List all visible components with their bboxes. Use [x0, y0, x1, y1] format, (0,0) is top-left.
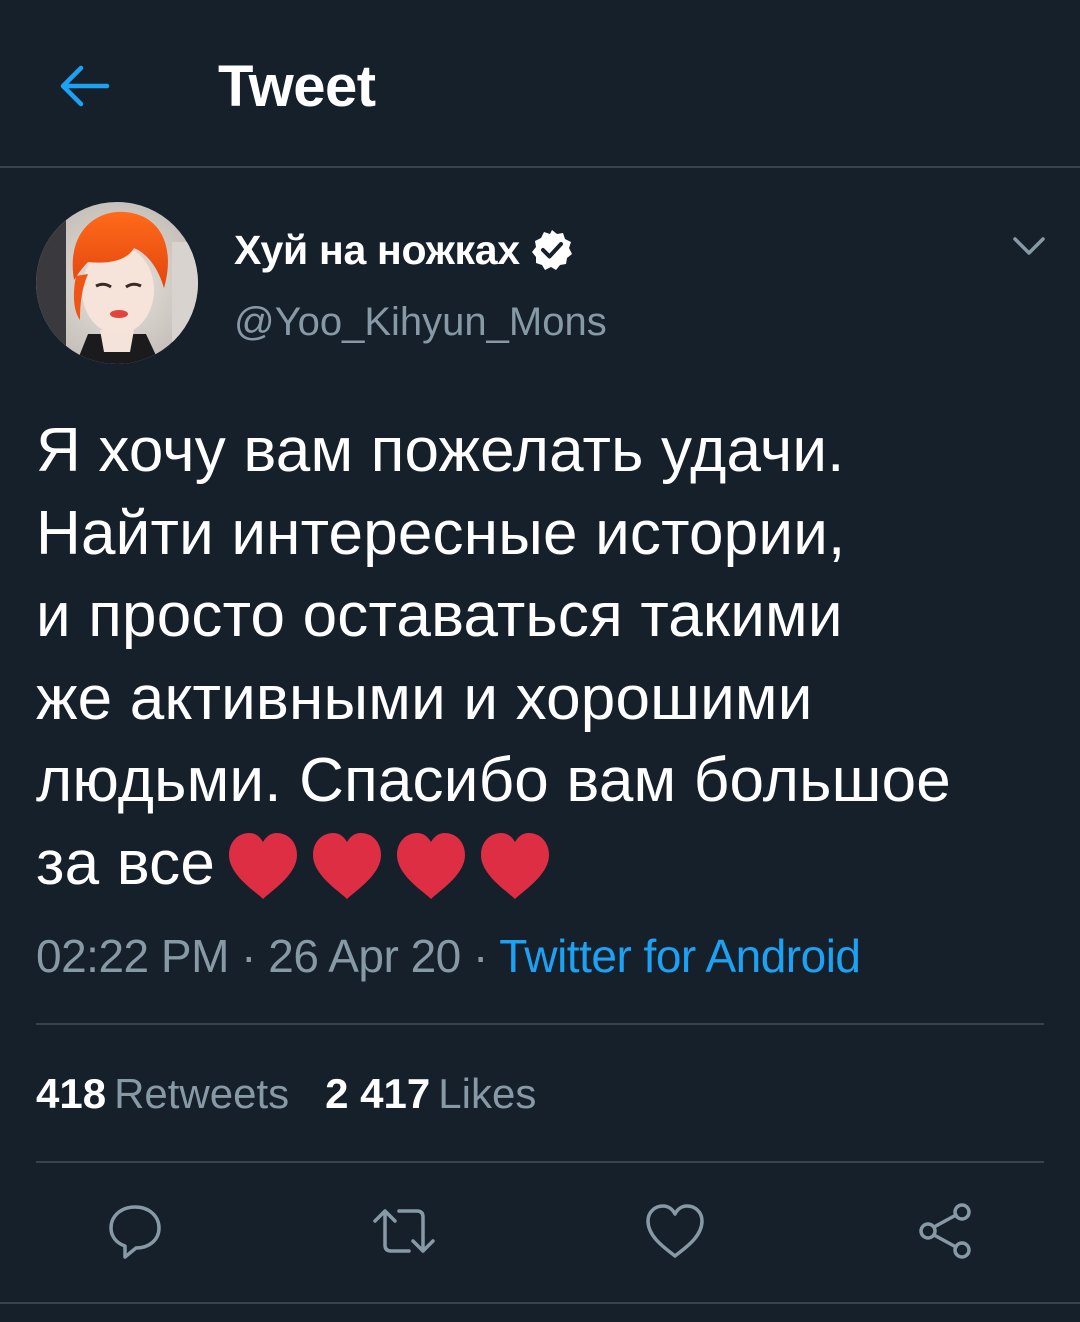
top-app-bar: Tweet — [0, 0, 1080, 168]
tweet-text-line: и просто оставаться такими — [36, 581, 843, 650]
bottom-divider — [0, 1302, 1080, 1304]
tweet-time: 02:22 PM — [36, 930, 229, 982]
reply-icon — [109, 1205, 161, 1259]
tweet-date: 26 Apr 20 — [268, 930, 461, 982]
tweet-text-line: Найти интересные истории, — [36, 498, 846, 568]
back-button[interactable] — [52, 54, 116, 118]
heart-emoji-group — [225, 831, 557, 903]
tweet-text-last-line: за все — [36, 823, 1046, 906]
verified-badge-icon — [530, 228, 574, 272]
share-icon — [919, 1203, 971, 1259]
meta-separator: · — [460, 930, 500, 982]
avatar-photo — [36, 202, 198, 364]
tweet-source-link[interactable]: Twitter for Android — [499, 930, 861, 982]
reply-button[interactable] — [100, 1196, 170, 1266]
arrow-left-icon — [60, 65, 110, 107]
heart-emoji-icon — [481, 833, 550, 900]
heart-emoji-icon — [229, 833, 298, 900]
handle[interactable]: @Yoo_Kihyun_Mons — [234, 298, 607, 346]
avatar[interactable] — [36, 202, 198, 364]
author-name-row[interactable]: Хуй на ножках — [234, 222, 574, 278]
tweet-text-line: Я хочу вам пожелать удачи. — [36, 416, 845, 485]
display-name[interactable]: Хуй на ножках — [234, 227, 520, 274]
likes-stat[interactable]: 2 417 Likes — [325, 1068, 536, 1120]
like-button[interactable] — [640, 1196, 710, 1266]
likes-count: 2 417 — [325, 1070, 431, 1117]
engagement-stats: 418 Retweets 2 417 Likes — [36, 1068, 572, 1120]
tweet-text-line: за все — [36, 828, 216, 898]
divider — [36, 1161, 1044, 1163]
like-heart-icon — [646, 1204, 704, 1258]
retweets-count: 418 — [36, 1070, 107, 1117]
tweet-text-line: же активными и хорошими — [36, 663, 813, 733]
retweets-stat[interactable]: 418 Retweets — [36, 1068, 289, 1120]
share-button[interactable] — [910, 1196, 980, 1266]
retweet-button[interactable] — [369, 1196, 439, 1266]
heart-emoji-icon — [397, 833, 466, 900]
tweet-menu-button[interactable] — [1006, 226, 1052, 266]
tweet-text: Я хочу вам пожелать удачи. Найти интерес… — [36, 410, 1046, 905]
chevron-down-icon — [1013, 237, 1045, 255]
retweets-label: Retweets — [114, 1070, 290, 1117]
heart-emoji-icon — [313, 833, 382, 900]
tweet-meta: 02:22 PM · 26 Apr 20 · Twitter for Andro… — [36, 928, 861, 984]
retweet-icon — [373, 1209, 435, 1253]
tweet-text-line: людьми. Спасибо вам большое — [36, 746, 951, 815]
meta-separator: · — [228, 930, 269, 982]
divider — [36, 1023, 1044, 1025]
likes-label: Likes — [438, 1070, 537, 1117]
page-title: Tweet — [218, 54, 376, 119]
